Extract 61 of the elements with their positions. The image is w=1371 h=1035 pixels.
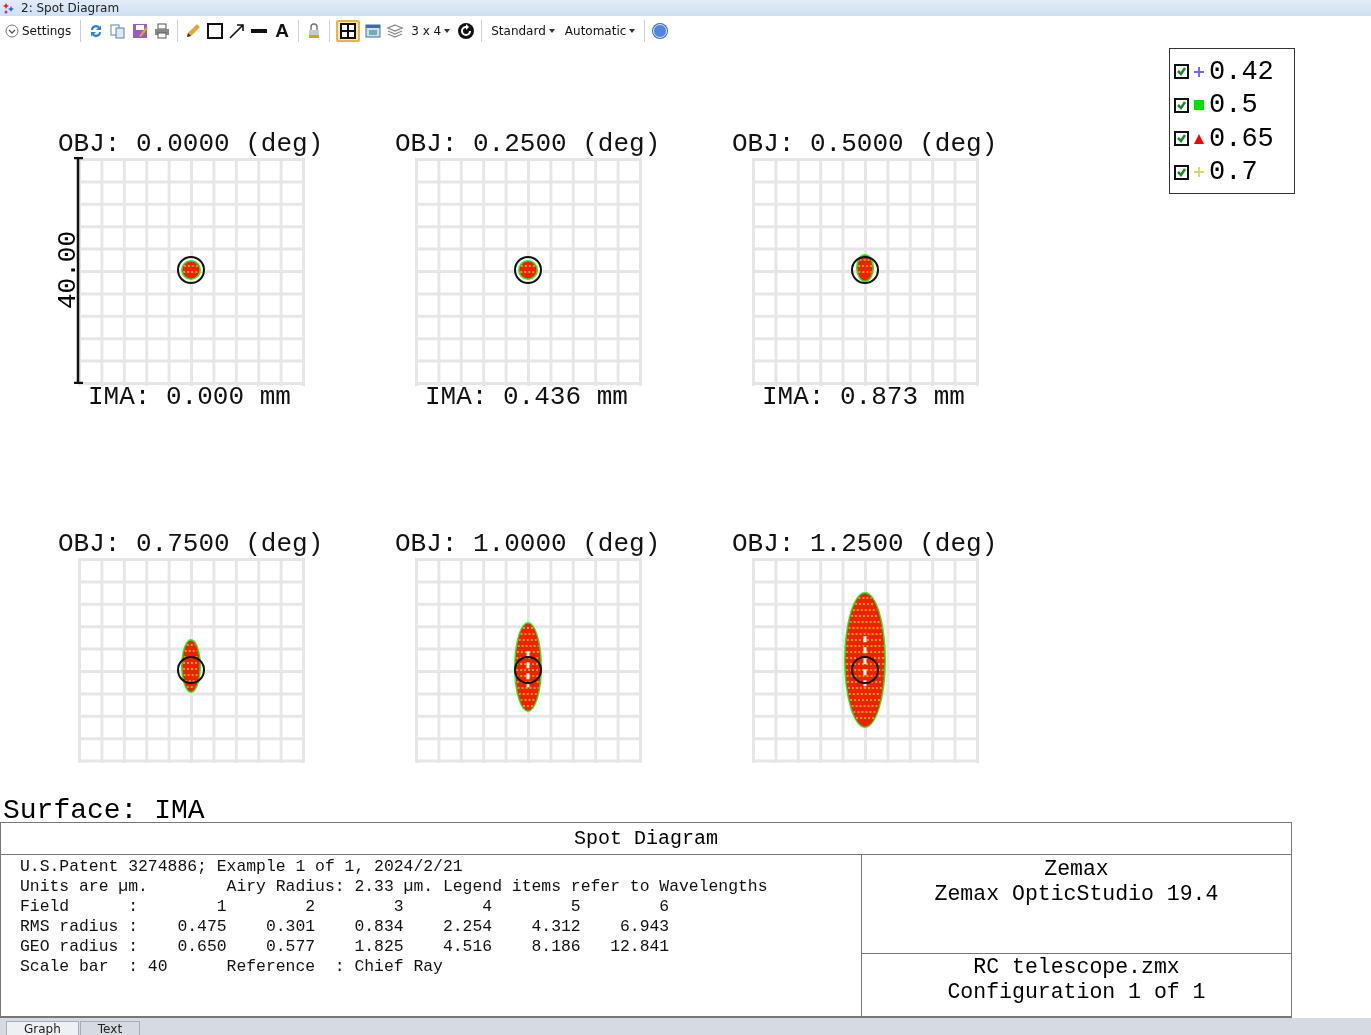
product-text: Zemax OpticStudio 19.4 (934, 882, 1219, 907)
print-icon[interactable] (153, 21, 172, 40)
caret-icon (629, 28, 636, 33)
spot-drawing (181, 639, 201, 693)
copy-icon[interactable] (109, 21, 128, 40)
field-label: OBJ: 0.2500 (deg) (395, 131, 660, 158)
legend-label: 0.5 (1209, 90, 1258, 121)
layers-icon[interactable] (386, 21, 405, 40)
image-height-label: IMA: 0.873 mm (762, 384, 966, 411)
legend-checkbox[interactable] (1174, 131, 1189, 147)
field-label: OBJ: 1.0000 (deg) (395, 531, 660, 558)
sparkle-icon (3, 2, 15, 14)
field-label: OBJ: 0.0000 (deg) (58, 131, 323, 158)
scaling-dropdown[interactable]: Automatic (561, 19, 639, 42)
info-line: Scale bar : 40 Reference : Chief Ray (20, 957, 444, 977)
display-dropdown[interactable]: Standard (488, 19, 558, 42)
layout-button[interactable] (336, 19, 361, 42)
legend-label: 0.65 (1209, 123, 1274, 154)
caret-icon (444, 28, 451, 33)
airy-circle (851, 656, 879, 684)
chevron-icon (5, 23, 19, 38)
airy-circle (851, 256, 879, 284)
info-line: Units are µm. Airy Radius: 2.33 µm. Legend items refer to Wavelengths (20, 877, 769, 897)
file-text: RC telescope.zmx (973, 955, 1180, 980)
product-text: Zemax (1044, 857, 1109, 882)
legend-checkbox[interactable] (1174, 164, 1189, 180)
field-label: OBJ: 0.7500 (deg) (58, 531, 323, 558)
save-icon[interactable] (131, 21, 150, 40)
surface-label: Surface: IMA (3, 796, 205, 826)
text-tool-button[interactable]: A (272, 19, 293, 42)
table-title: Spot Diagram (574, 827, 718, 850)
settings-button[interactable]: Settings (2, 19, 75, 42)
rotate-icon[interactable] (457, 21, 476, 40)
info-line: GEO radius : 0.650 0.577 1.825 4.516 8.186 12.841 (20, 937, 671, 957)
tab[interactable]: Graph (6, 1021, 79, 1035)
image-height-label: IMA: 0.000 mm (88, 384, 292, 411)
file-text: Configuration 1 of 1 (947, 980, 1206, 1005)
scale-label: 40.00 (55, 231, 81, 309)
legend-label: 0.42 (1209, 56, 1274, 87)
rectangle-icon[interactable] (206, 21, 225, 40)
legend-label: 0.7 (1209, 157, 1258, 188)
window-icon[interactable] (364, 21, 383, 40)
pencil-icon[interactable] (184, 21, 203, 40)
arrow-icon[interactable] (228, 21, 247, 40)
info-line: U.S.Patent 3274886; Example 1 of 1, 2024/2/21 (20, 857, 464, 877)
legend-checkbox[interactable] (1174, 64, 1189, 80)
spot-drawing (856, 254, 874, 282)
field-label: OBJ: 1.2500 (deg) (732, 531, 997, 558)
window-title: 2: Spot Diagram (21, 1, 120, 15)
airy-circle (514, 656, 542, 684)
caret-icon (548, 28, 555, 33)
airy-circle (177, 656, 205, 684)
image-height-label: IMA: 0.436 mm (425, 384, 629, 411)
legend-checkbox[interactable] (1174, 97, 1189, 113)
grid-size-dropdown[interactable]: 3 x 4 (408, 19, 454, 42)
grid-icon (340, 22, 357, 39)
info-line: RMS radius : 0.475 0.301 0.834 2.254 4.312 6.943 (20, 917, 671, 937)
info-line: Field : 1 2 3 4 5 6 (20, 897, 671, 917)
field-label: OBJ: 0.5000 (deg) (732, 131, 997, 158)
help-icon[interactable] (651, 21, 670, 40)
tab[interactable]: Text (79, 1021, 141, 1035)
